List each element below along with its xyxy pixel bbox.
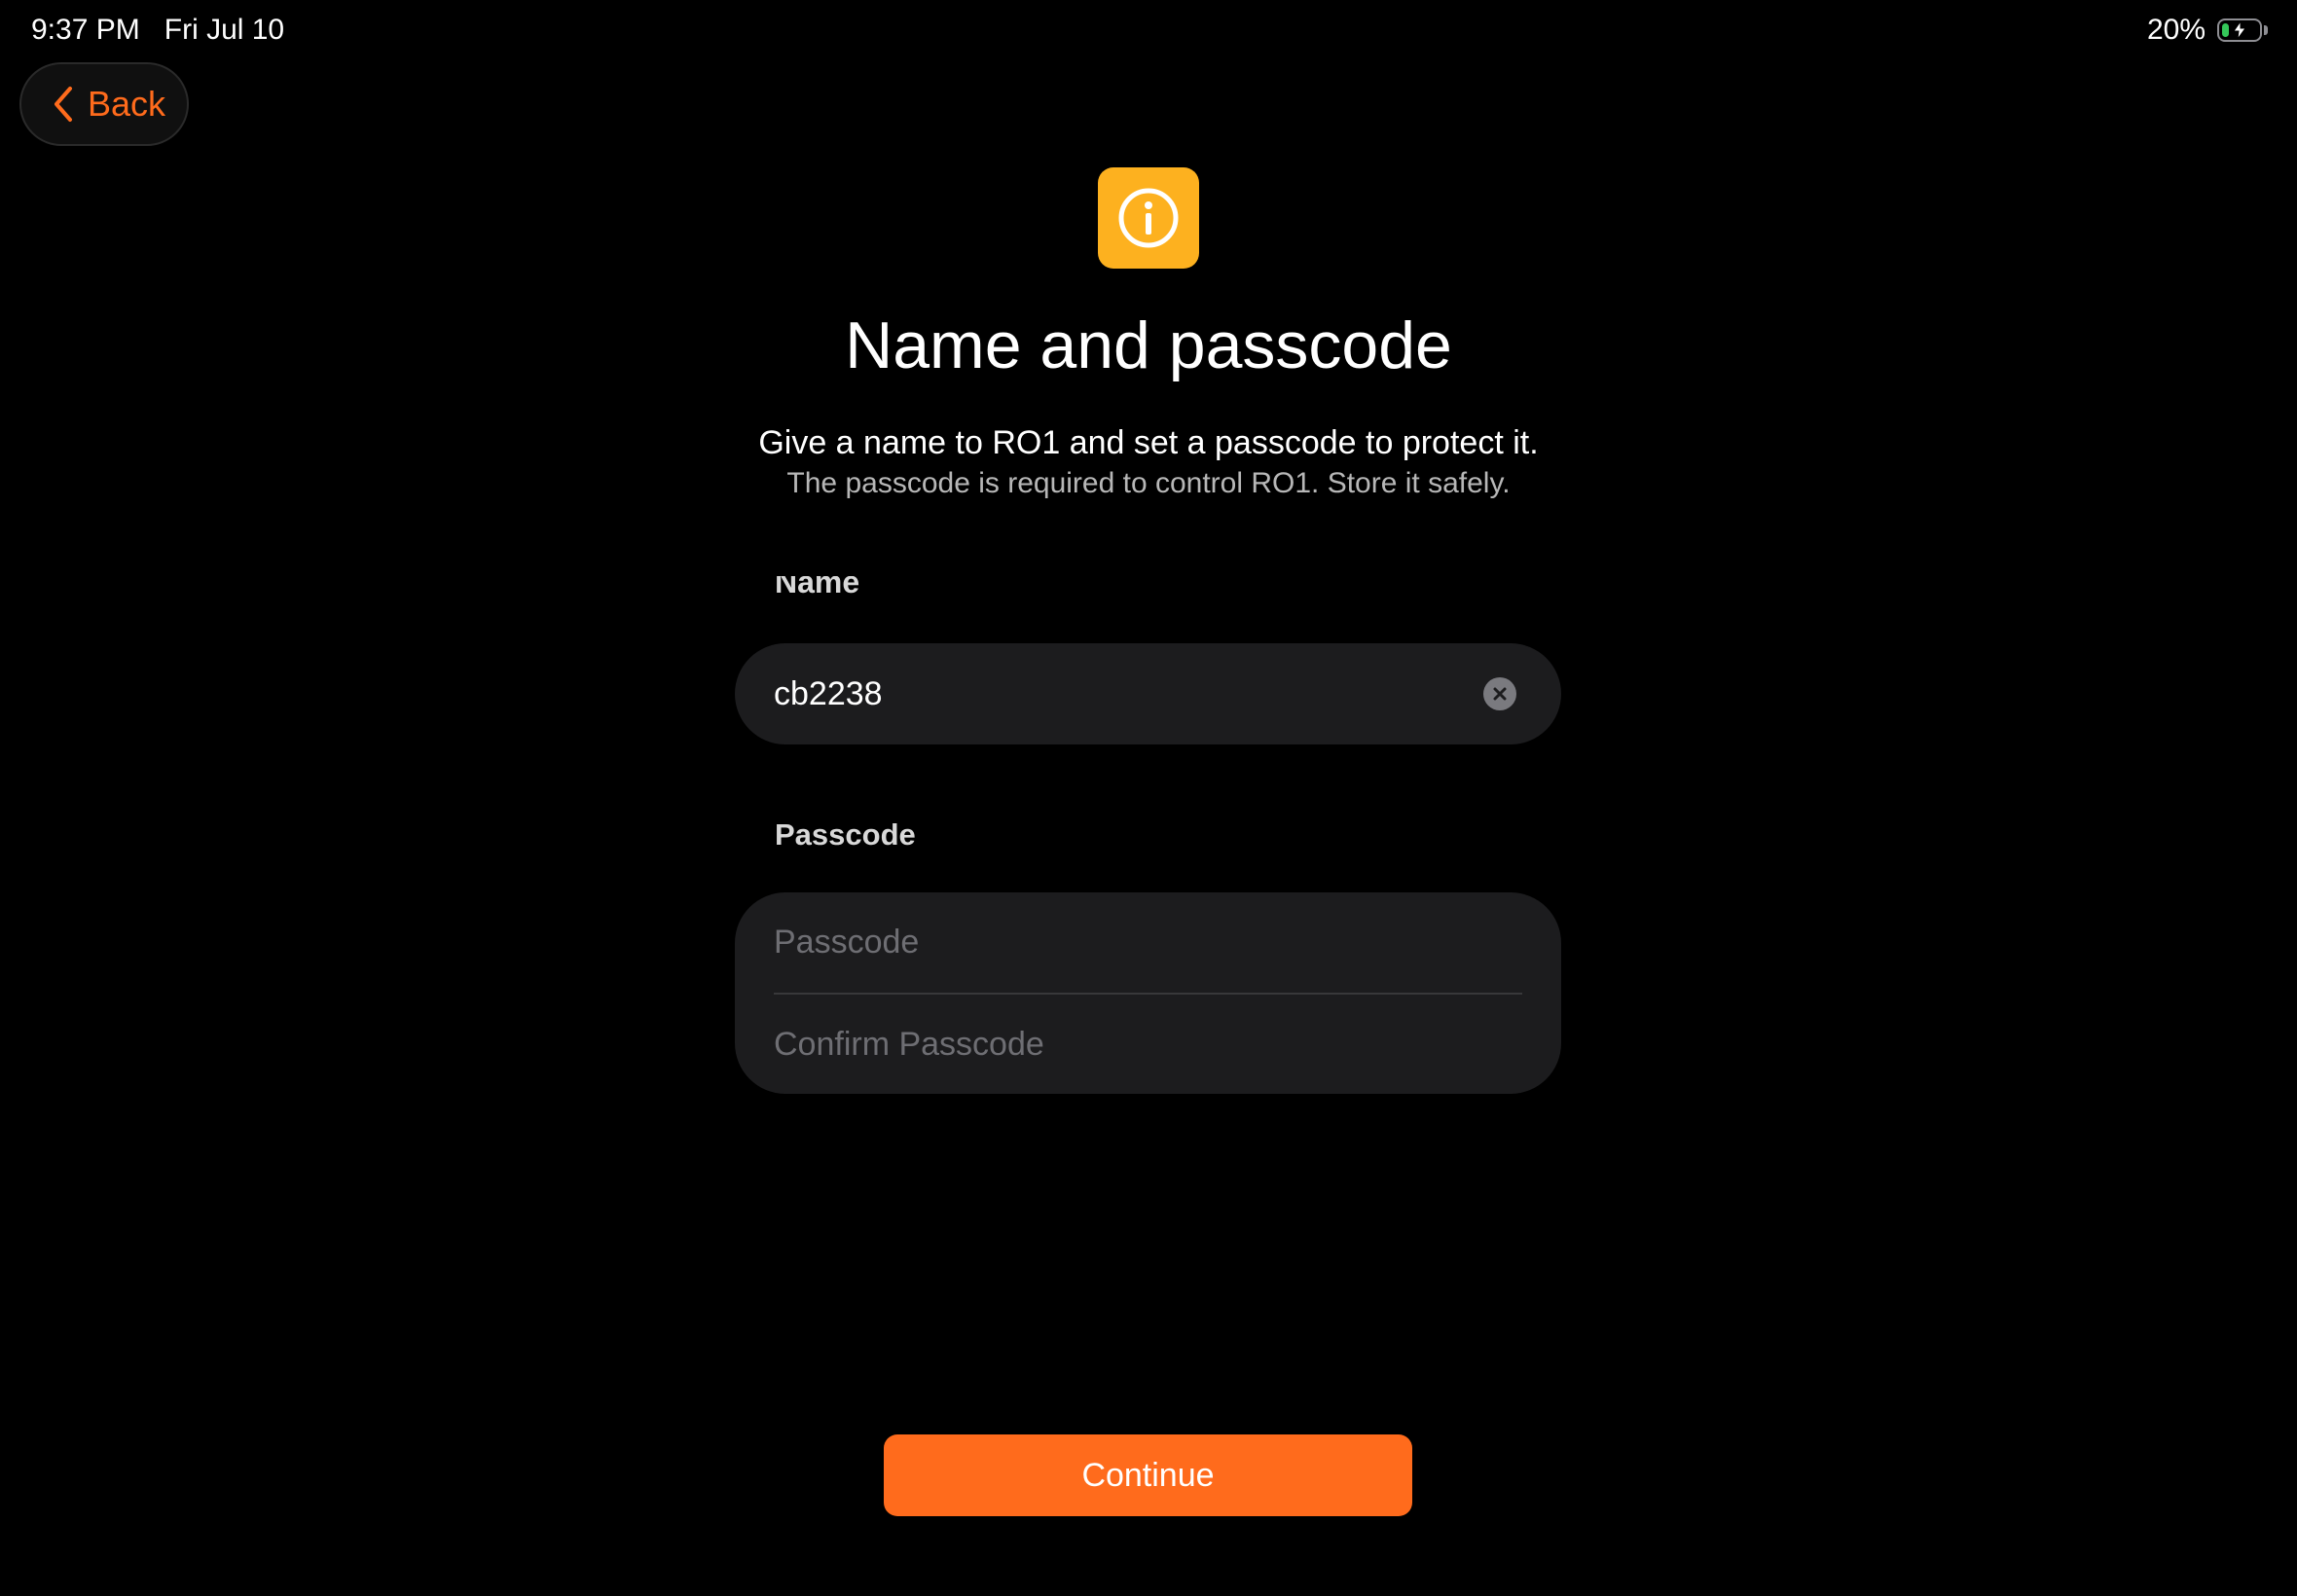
passcode-input[interactable]	[774, 924, 1522, 961]
chevron-left-icon	[55, 87, 72, 122]
back-label: Back	[88, 84, 166, 124]
back-button[interactable]: Back	[19, 62, 189, 146]
battery-percent: 20%	[2146, 14, 2206, 46]
clear-name-button[interactable]	[1483, 677, 1516, 710]
continue-button[interactable]: Continue	[884, 1434, 1412, 1516]
charging-bolt-icon	[2233, 21, 2246, 39]
page-note: The passcode is required to control RO1.…	[786, 467, 1511, 499]
name-label: Name	[775, 576, 860, 599]
page-subtitle: Give a name to RO1 and set a passcode to…	[758, 424, 1539, 461]
passcode-row[interactable]	[774, 892, 1522, 993]
info-badge	[1098, 167, 1199, 269]
confirm-passcode-input[interactable]	[774, 1026, 1522, 1064]
page-title: Name and passcode	[845, 308, 1452, 382]
clear-x-icon	[1493, 687, 1507, 701]
status-bar-time: 9:37 PM Fri Jul 10	[31, 14, 284, 47]
name-input[interactable]	[774, 674, 1483, 713]
passcode-label: Passcode	[775, 817, 916, 852]
status-time: 9:37 PM	[31, 14, 140, 46]
status-bar-right: 20%	[2147, 14, 2268, 47]
status-date: Fri Jul 10	[164, 14, 285, 46]
name-field[interactable]	[735, 643, 1561, 744]
passcode-group	[735, 892, 1561, 1094]
name-label-container: Name	[775, 576, 859, 601]
battery-fill	[2222, 23, 2229, 37]
battery-nub	[2264, 25, 2268, 35]
info-icon	[1118, 188, 1179, 248]
battery-icon	[2217, 18, 2262, 42]
confirm-passcode-row[interactable]	[774, 995, 1522, 1095]
